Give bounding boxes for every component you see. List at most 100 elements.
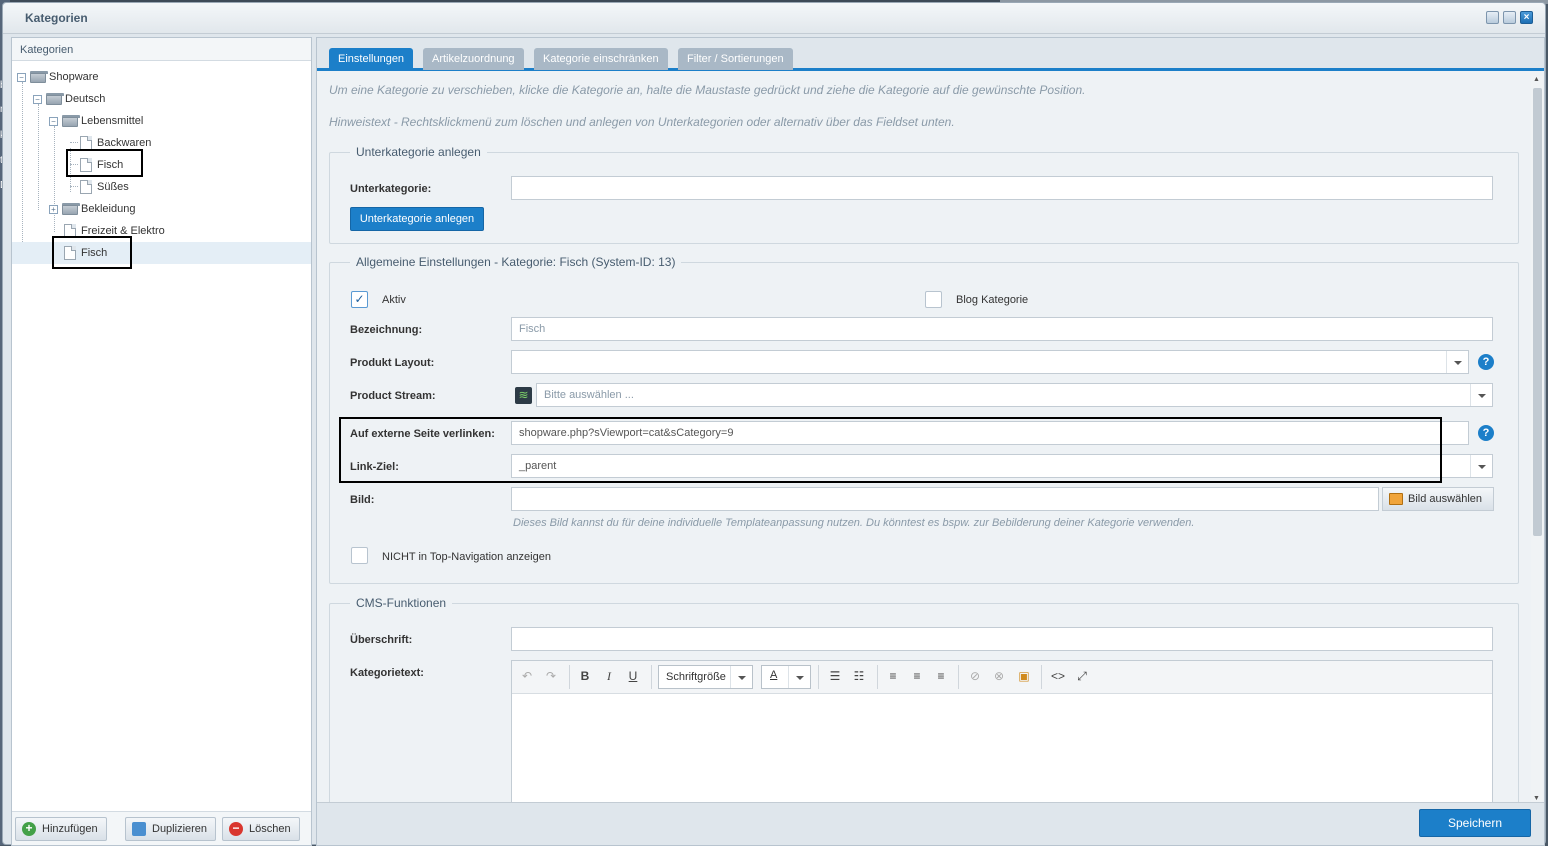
layout-select[interactable] [511,350,1469,374]
page-icon [80,136,92,150]
link-icon[interactable]: ⊘ [966,669,984,683]
image-input[interactable] [511,487,1379,511]
maximize-icon[interactable] [1503,11,1516,24]
add-button[interactable]: + Hinzufügen [15,817,107,841]
stream-placeholder: Bitte auswählen ... [544,389,634,401]
chevron-down-icon[interactable] [1446,351,1468,373]
font-color-select[interactable]: A [761,665,811,689]
categories-window: Kategorien × Kategorien − Shopware − Deu… [2,2,1546,846]
chevron-down-icon[interactable] [1470,384,1492,406]
blog-checkbox[interactable] [925,291,942,308]
tree-node-label: Lebensmittel [81,115,144,127]
undo-icon[interactable]: ↶ [518,669,536,683]
font-color-icon: A [770,669,778,681]
select-image-button[interactable]: Bild auswählen [1382,487,1494,511]
duplicate-button[interactable]: Duplizieren [125,817,216,841]
chevron-down-icon[interactable] [1470,455,1492,477]
collapse-icon[interactable]: − [17,73,26,82]
duplicate-button-label: Duplizieren [152,823,208,835]
category-tree-panel: Kategorien − Shopware − Deutsch − Lebens… [11,37,312,846]
heading-input[interactable] [511,627,1493,651]
toolbar-separator [877,665,878,689]
numbered-list-icon[interactable]: ☷ [850,669,868,683]
tree-node-suesses[interactable]: Süßes [12,176,311,198]
subcategory-input[interactable] [511,176,1493,200]
folder-icon [30,71,48,83]
bezeichnung-input[interactable]: Fisch [511,317,1493,341]
fullscreen-icon[interactable]: ⤢ [1073,669,1091,684]
subcategory-legend: Unterkategorie anlegen [350,145,487,159]
help-icon[interactable]: ? [1478,354,1494,370]
tab-artikelzuordnung[interactable]: Artikelzuordnung [423,48,524,70]
scroll-down-icon[interactable]: ▼ [1533,795,1540,802]
media-icon[interactable]: ▣ [1015,669,1033,683]
tab-bar: Einstellungen Artikelzuordnung Kategorie… [317,38,1544,71]
italic-icon[interactable]: I [600,669,618,684]
font-size-select[interactable]: Schriftgröße [658,665,753,689]
subcategory-label: Unterkategorie: [350,183,432,195]
window-title: Kategorien [25,11,88,25]
bold-icon[interactable]: B [576,669,594,683]
aktiv-checkbox[interactable]: ✓ [351,291,368,308]
collapse-icon[interactable]: − [49,117,58,126]
align-left-icon[interactable]: ≡ [884,669,902,683]
unlink-icon[interactable]: ⊗ [990,669,1008,683]
save-button[interactable]: Speichern [1419,809,1531,837]
close-icon[interactable]: × [1520,11,1533,24]
scrollbar-thumb[interactable] [1533,88,1542,536]
bullet-list-icon[interactable]: ☰ [826,669,844,683]
code-icon[interactable]: <> [1049,669,1067,683]
rich-text-editor[interactable]: ↶ ↷ B I U Schriftgröße A ☰ ☷ ≡ ≡ ≡ ⊘ ⊗ ▣… [511,660,1493,815]
toolbar-separator [569,665,570,689]
window-header[interactable]: Kategorien × [3,3,1545,34]
bottom-toolbar: Speichern [317,802,1544,845]
tab-filter-sortierungen[interactable]: Filter / Sortierungen [678,48,793,70]
tab-einstellungen[interactable]: Einstellungen [329,48,414,70]
scroll-up-icon[interactable]: ▲ [1533,76,1540,83]
align-right-icon[interactable]: ≡ [932,669,950,683]
folder-icon [62,115,80,127]
underline-icon[interactable]: U [624,669,642,683]
align-center-icon[interactable]: ≡ [908,669,926,683]
hide-top-nav-checkbox[interactable] [351,547,368,564]
delete-button[interactable]: − Löschen [222,817,300,841]
redo-icon[interactable]: ↷ [542,669,560,683]
tab-kategorie-einschraenken[interactable]: Kategorie einschränken [534,48,668,70]
expand-icon[interactable]: + [49,205,58,214]
tree-node-bekleidung[interactable]: + Bekleidung [12,198,311,220]
folder-icon [46,93,64,105]
chevron-down-icon[interactable] [788,666,810,688]
heading-label: Überschrift: [350,634,413,646]
font-size-label: Schriftgröße [666,671,726,683]
help-icon[interactable]: ? [1478,425,1494,441]
tree-node-deutsch[interactable]: − Deutsch [12,88,311,110]
chevron-down-icon[interactable] [730,666,752,688]
blog-label: Blog Kategorie [956,294,1029,306]
page-icon [80,180,92,194]
toolbar-separator [818,665,819,689]
category-text-label: Kategorietext: [350,667,424,679]
tree-node-backwaren[interactable]: Backwaren [12,132,311,154]
category-detail-panel: Einstellungen Artikelzuordnung Kategorie… [316,37,1545,846]
tree-node-lebensmittel[interactable]: − Lebensmittel [12,110,311,132]
toolbar-separator [651,665,652,689]
product-stream-icon: ≋ [515,387,532,404]
general-settings-fieldset: Allgemeine Einstellungen - Kategorie: Fi… [329,255,1519,584]
minimize-icon[interactable] [1486,11,1499,24]
collapse-icon[interactable]: − [33,95,42,104]
cms-legend: CMS-Funktionen [350,596,453,610]
layout-label: Produkt Layout: [350,357,435,369]
folder-icon [62,203,80,215]
product-stream-select[interactable]: Bitte auswählen ... [536,383,1493,407]
toolbar-separator [1041,665,1042,689]
add-button-label: Hinzufügen [42,823,98,835]
duplicate-icon [132,822,146,836]
hide-top-nav-label: NICHT in Top-Navigation anzeigen [382,551,551,563]
tree-node-fisch-child[interactable]: Fisch [12,154,311,176]
tree-node-label: Backwaren [97,137,152,149]
create-subcategory-button[interactable]: Unterkategorie anlegen [350,207,484,231]
tree-node-label: Shopware [49,71,99,83]
vertical-scrollbar[interactable]: ▲ ▼ [1531,76,1543,802]
tree-toolbar: + Hinzufügen Duplizieren − Löschen [12,811,311,845]
tree-node-shopware[interactable]: − Shopware [12,66,311,88]
